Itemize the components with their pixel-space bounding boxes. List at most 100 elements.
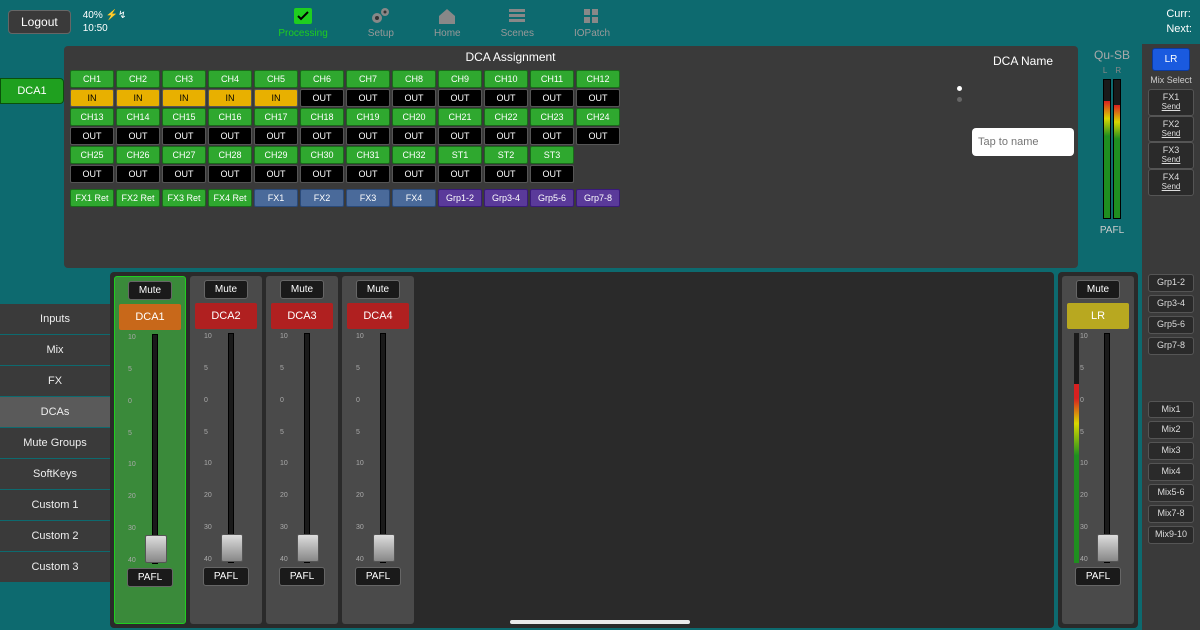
channel-ch5[interactable]: CH5IN — [254, 70, 298, 107]
fader-strip-dca2[interactable]: MuteDCA21050510203040PAFL — [190, 276, 262, 624]
channel-state[interactable]: OUT — [70, 165, 114, 183]
fader-strip-dca1[interactable]: MuteDCA11050510203040PAFL — [114, 276, 186, 624]
channel-state[interactable]: OUT — [576, 89, 620, 107]
channel-state[interactable]: IN — [116, 89, 160, 107]
lr-mute-button[interactable]: Mute — [1076, 280, 1120, 299]
fader-slot[interactable] — [228, 333, 234, 563]
nav-iopatch[interactable]: IOPatch — [574, 6, 610, 39]
channel-state[interactable]: OUT — [208, 165, 252, 183]
fader-strip-dca4[interactable]: MuteDCA41050510203040PAFL — [342, 276, 414, 624]
assign-fx2-ret[interactable]: FX2 Ret — [116, 189, 160, 207]
channel-state[interactable]: OUT — [300, 89, 344, 107]
fader-knob[interactable] — [221, 534, 243, 562]
channel-state[interactable]: IN — [208, 89, 252, 107]
channel-state[interactable]: OUT — [208, 127, 252, 145]
assign-grp5-6[interactable]: Grp5-6 — [530, 189, 574, 207]
mix-select-mix2[interactable]: Mix2 — [1148, 421, 1194, 439]
mix-select-mix5-6[interactable]: Mix5-6 — [1148, 484, 1194, 502]
channel-name[interactable]: DCA2 — [195, 303, 257, 329]
channel-name[interactable]: DCA4 — [347, 303, 409, 329]
channel-state[interactable]: OUT — [438, 89, 482, 107]
assign-fx4[interactable]: FX4 — [392, 189, 436, 207]
channel-ch25[interactable]: CH25OUT — [70, 146, 114, 183]
channel-state[interactable]: OUT — [116, 127, 160, 145]
channel-ch13[interactable]: CH13OUT — [70, 108, 114, 145]
pafl-button[interactable]: PAFL — [355, 567, 401, 586]
mix-select-fx2[interactable]: FX2Send — [1148, 116, 1194, 143]
channel-state[interactable]: OUT — [346, 165, 390, 183]
channel-state[interactable]: OUT — [346, 89, 390, 107]
sidebar-item-dcas[interactable]: DCAs — [0, 397, 110, 428]
lr-fader-slot[interactable] — [1104, 333, 1110, 563]
channel-state[interactable]: OUT — [484, 89, 528, 107]
mute-button[interactable]: Mute — [280, 280, 324, 299]
channel-state[interactable]: OUT — [300, 165, 344, 183]
channel-ch9[interactable]: CH9OUT — [438, 70, 482, 107]
fader-slot[interactable] — [152, 334, 158, 564]
mix-select-mix1[interactable]: Mix1 — [1148, 401, 1194, 419]
fader-knob[interactable] — [145, 535, 167, 563]
sidebar-item-mute-groups[interactable]: Mute Groups — [0, 428, 110, 459]
channel-ch11[interactable]: CH11OUT — [530, 70, 574, 107]
lr-pafl-button[interactable]: PAFL — [1075, 567, 1121, 586]
fader-strip-dca3[interactable]: MuteDCA31050510203040PAFL — [266, 276, 338, 624]
channel-st1[interactable]: ST1OUT — [438, 146, 482, 183]
mix-select-mix3[interactable]: Mix3 — [1148, 442, 1194, 460]
assign-grp7-8[interactable]: Grp7-8 — [576, 189, 620, 207]
channel-state[interactable]: OUT — [162, 165, 206, 183]
channel-ch31[interactable]: CH31OUT — [346, 146, 390, 183]
assign-fx4-ret[interactable]: FX4 Ret — [208, 189, 252, 207]
nav-scenes[interactable]: Scenes — [501, 6, 534, 39]
channel-ch17[interactable]: CH17OUT — [254, 108, 298, 145]
channel-ch18[interactable]: CH18OUT — [300, 108, 344, 145]
channel-ch29[interactable]: CH29OUT — [254, 146, 298, 183]
sidebar-item-mix[interactable]: Mix — [0, 335, 110, 366]
assign-grp1-2[interactable]: Grp1-2 — [438, 189, 482, 207]
channel-ch10[interactable]: CH10OUT — [484, 70, 528, 107]
fader-slot[interactable] — [304, 333, 310, 563]
channel-ch19[interactable]: CH19OUT — [346, 108, 390, 145]
pafl-button[interactable]: PAFL — [203, 567, 249, 586]
fader-knob[interactable] — [297, 534, 319, 562]
channel-ch27[interactable]: CH27OUT — [162, 146, 206, 183]
mute-button[interactable]: Mute — [204, 280, 248, 299]
channel-ch15[interactable]: CH15OUT — [162, 108, 206, 145]
sidebar-item-fx[interactable]: FX — [0, 366, 110, 397]
channel-state[interactable]: OUT — [70, 127, 114, 145]
channel-state[interactable]: OUT — [576, 127, 620, 145]
lr-channel-name[interactable]: LR — [1067, 303, 1129, 329]
sidebar-item-softkeys[interactable]: SoftKeys — [0, 459, 110, 490]
pafl-button[interactable]: PAFL — [279, 567, 325, 586]
channel-state[interactable]: OUT — [300, 127, 344, 145]
channel-ch26[interactable]: CH26OUT — [116, 146, 160, 183]
channel-ch22[interactable]: CH22OUT — [484, 108, 528, 145]
mute-button[interactable]: Mute — [356, 280, 400, 299]
lr-fader-knob[interactable] — [1097, 534, 1119, 562]
mix-select-mix9-10[interactable]: Mix9-10 — [1148, 526, 1194, 544]
channel-ch14[interactable]: CH14OUT — [116, 108, 160, 145]
channel-state[interactable]: IN — [162, 89, 206, 107]
sidebar-item-custom-3[interactable]: Custom 3 — [0, 552, 110, 582]
channel-ch2[interactable]: CH2IN — [116, 70, 160, 107]
channel-ch32[interactable]: CH32OUT — [392, 146, 436, 183]
home-indicator[interactable] — [510, 620, 690, 624]
assign-fx2[interactable]: FX2 — [300, 189, 344, 207]
mute-button[interactable]: Mute — [128, 281, 172, 300]
channel-state[interactable]: OUT — [438, 127, 482, 145]
channel-state[interactable]: IN — [70, 89, 114, 107]
sidebar-item-custom-1[interactable]: Custom 1 — [0, 490, 110, 521]
channel-state[interactable]: OUT — [392, 89, 436, 107]
mix-select-fx3[interactable]: FX3Send — [1148, 142, 1194, 169]
channel-ch4[interactable]: CH4IN — [208, 70, 252, 107]
dca1-tab[interactable]: DCA1 — [0, 78, 64, 104]
channel-st3[interactable]: ST3OUT — [530, 146, 574, 183]
channel-state[interactable]: OUT — [530, 127, 574, 145]
channel-state[interactable]: OUT — [254, 127, 298, 145]
channel-ch23[interactable]: CH23OUT — [530, 108, 574, 145]
mix-select-grp5-6[interactable]: Grp5-6 — [1148, 316, 1194, 334]
assign-fx1[interactable]: FX1 — [254, 189, 298, 207]
lr-fader-strip[interactable]: Mute LR 1050510203040 PAFL — [1062, 276, 1134, 624]
channel-state[interactable]: OUT — [162, 127, 206, 145]
mix-select-fx4[interactable]: FX4Send — [1148, 169, 1194, 196]
nav-home[interactable]: Home — [434, 6, 461, 39]
